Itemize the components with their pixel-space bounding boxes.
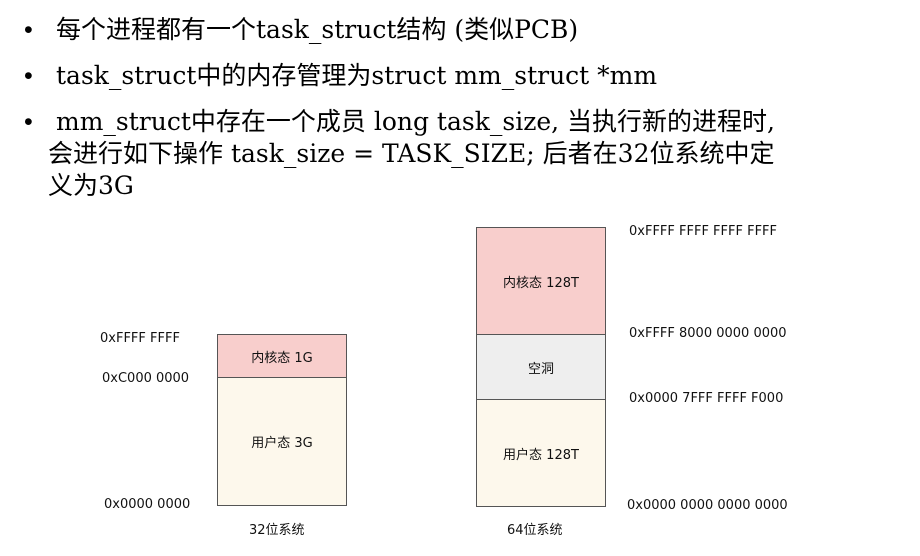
user-space-64-label: 用户态 128T (503, 447, 579, 463)
memory-layout-diagram: 内核态 1G 用户态 3G 0xFFFF FFFF 0xC000 0000 0x… (0, 0, 920, 556)
user-space-32-block: 用户态 3G (217, 377, 347, 506)
kernel-space-32-label: 内核态 1G (251, 350, 313, 366)
addr-64-bottom: 0x0000 0000 0000 0000 (627, 498, 788, 513)
caption-32: 32位系统 (249, 523, 305, 538)
kernel-space-64-block: 内核态 128T (476, 227, 606, 335)
hole-block: 空洞 (476, 334, 606, 400)
addr-32-split: 0xC000 0000 (102, 371, 190, 386)
user-space-32-label: 用户态 3G (251, 436, 313, 451)
user-space-64-block: 用户态 128T (476, 399, 606, 507)
addr-32-bottom: 0x0000 0000 (104, 497, 191, 512)
addr-64-kernel-start: 0xFFFF 8000 0000 0000 (629, 326, 787, 341)
caption-64: 64位系统 (507, 523, 563, 538)
addr-64-user-end: 0x0000 7FFF FFFF F000 (629, 391, 784, 406)
kernel-space-64-label: 内核态 128T (503, 275, 579, 291)
addr-32-top: 0xFFFF FFFF (100, 331, 180, 346)
addr-64-top: 0xFFFF FFFF FFFF FFFF (629, 224, 778, 239)
kernel-space-32-block: 内核态 1G (217, 334, 347, 378)
hole-label: 空洞 (527, 361, 554, 377)
